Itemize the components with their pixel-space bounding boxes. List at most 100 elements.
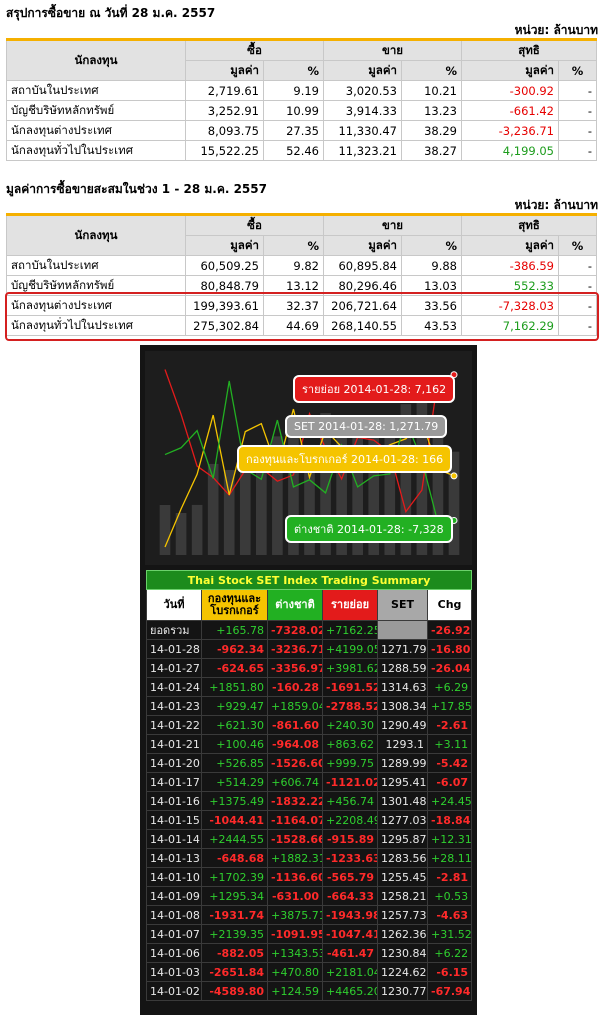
- fund-cell: -648.68: [201, 848, 268, 868]
- chg-cell: +0.53: [426, 886, 473, 906]
- foreign-cell: -1526.60: [267, 753, 323, 773]
- table-row: 14-01-10 +1702.39 -1136.60 -565.79 1255.45 -2…: [146, 867, 473, 887]
- chg-cell: +31.52: [426, 924, 473, 944]
- fund-cell: +514.29: [201, 772, 268, 792]
- set-cell: 1289.99: [377, 753, 428, 773]
- set-cell: 1295.41: [377, 772, 428, 792]
- fund-cell: -1931.74: [201, 905, 268, 925]
- sell-value: 60,895.84: [323, 255, 402, 276]
- buy-pct: 27.35: [263, 120, 324, 141]
- foreign-cell: -1136.60: [267, 867, 323, 887]
- col-day: วันที่: [146, 589, 202, 621]
- set-bar: [159, 504, 171, 555]
- foreign-cell: -964.08: [267, 734, 323, 754]
- chg-cell: +6.22: [426, 943, 473, 963]
- table-row: 14-01-13 -648.68 +1882.31 -1233.63 1283.56 +2…: [146, 848, 473, 868]
- buy-value: 60,509.25: [185, 255, 264, 276]
- header-buy-value: มูลค่า: [185, 235, 264, 256]
- table-row: 14-01-14 +2444.55 -1528.66 -915.89 1295.87 +1…: [146, 829, 473, 849]
- col-retail: รายย่อย: [322, 589, 378, 621]
- fund-cell: +526.85: [201, 753, 268, 773]
- fund-cell: -962.34: [201, 639, 268, 659]
- highlight-box: [5, 292, 599, 341]
- table-row: 14-01-20 +526.85 -1526.60 +999.75 1289.99 -5.…: [146, 753, 473, 773]
- chg-cell: -67.94: [426, 981, 473, 1001]
- day-cell: 14-01-20: [146, 753, 202, 773]
- header-net: สุทธิ: [461, 39, 597, 61]
- foreign-cell: -1164.07: [267, 810, 323, 830]
- header-buy: ซื้อ: [185, 214, 324, 236]
- investor-name: นักลงทุนต่างประเทศ: [6, 120, 186, 141]
- header-sell: ขาย: [323, 214, 462, 236]
- foreign-cell: +1859.04: [267, 696, 323, 716]
- investor-name: สถาบันในประเทศ: [6, 80, 186, 101]
- buy-value: 3,252.91: [185, 100, 264, 121]
- day-cell: 14-01-15: [146, 810, 202, 830]
- table-row: 14-01-23 +929.47 +1859.04 -2788.52 1308.34 +1…: [146, 696, 473, 716]
- retail-cell: -1121.02: [322, 772, 378, 792]
- flow-chart[interactable]: รายย่อย 2014-01-28: 7,162 SET 2014-01-28…: [145, 351, 472, 565]
- chg-cell: -26.04: [426, 658, 473, 678]
- buy-pct: 52.46: [263, 140, 324, 161]
- retail-cell: -664.33: [322, 886, 378, 906]
- day-cell: 14-01-14: [146, 829, 202, 849]
- fund-cell: +100.46: [201, 734, 268, 754]
- set-cell: 1277.03: [377, 810, 428, 830]
- chg-cell: -6.07: [426, 772, 473, 792]
- fund-cell: +1375.49: [201, 791, 268, 811]
- header-buy: ซื้อ: [185, 39, 324, 61]
- net-pct: -: [558, 140, 597, 161]
- buy-value: 8,093.75: [185, 120, 264, 141]
- tooltip-retail: รายย่อย 2014-01-28: 7,162: [293, 375, 456, 403]
- chg-cell: -2.61: [426, 715, 473, 735]
- set-cell: 1314.63: [377, 677, 428, 697]
- retail-cell: +456.74: [322, 791, 378, 811]
- header-net-value: มูลค่า: [461, 60, 559, 81]
- foreign-cell: -3236.71: [267, 639, 323, 659]
- fund-cell: -1044.41: [201, 810, 268, 830]
- set-cell: 1224.62: [377, 962, 428, 982]
- buy-pct: 9.19: [263, 80, 324, 101]
- sell-pct: 9.88: [401, 255, 462, 276]
- header-sell-pct: %: [401, 235, 462, 256]
- fund-cell: +2444.55: [201, 829, 268, 849]
- day-cell: 14-01-02: [146, 981, 202, 1001]
- sell-pct: 38.27: [401, 140, 462, 161]
- buy-pct: 9.82: [263, 255, 324, 276]
- net-value: -661.42: [461, 100, 559, 121]
- retail-cell: -1691.52: [322, 677, 378, 697]
- retail-cell: -915.89: [322, 829, 378, 849]
- set-bar: [239, 469, 251, 555]
- day-cell: 14-01-09: [146, 886, 202, 906]
- fund-cell: +1702.39: [201, 867, 268, 887]
- table-row: สถาบันในประเทศ 60,509.25 9.82 60,895.84 9.88…: [6, 255, 597, 276]
- retail-cell: +7162.25: [322, 620, 378, 640]
- chg-cell: +28.11: [426, 848, 473, 868]
- set-cell: 1295.87: [377, 829, 428, 849]
- set-cell: 1230.77: [377, 981, 428, 1001]
- table-row: 14-01-08 -1931.74 +3875.71 -1943.98 1257.73-…: [146, 905, 473, 925]
- header-sell-pct: %: [401, 60, 462, 81]
- day-cell: 14-01-10: [146, 867, 202, 887]
- trading-panel: รายย่อย 2014-01-28: 7,162 SET 2014-01-28…: [140, 345, 477, 1015]
- section1-title: สรุปการซื้อขาย ณ วันที่ 28 ม.ค. 2557: [6, 6, 216, 20]
- table-row: 14-01-24 +1851.80 -160.28 -1691.52 1314.63 +6…: [146, 677, 473, 697]
- day-cell: 14-01-13: [146, 848, 202, 868]
- sell-value: 11,330.47: [323, 120, 402, 141]
- header-investor: นักลงทุน: [6, 39, 186, 81]
- table-row: 14-01-15 -1044.41 -1164.07 +2208.49 1277.03-…: [146, 810, 473, 830]
- chg-cell: +17.85: [426, 696, 473, 716]
- set-cell: 1293.1: [377, 734, 428, 754]
- chg-cell: -6.15: [426, 962, 473, 982]
- foreign-cell: -631.00: [267, 886, 323, 906]
- foreign-cell: -1091.95: [267, 924, 323, 944]
- fund-cell: -882.05: [201, 943, 268, 963]
- table-row: 14-01-21 +100.46 -964.08 +863.62 1293.1 +3.11: [146, 734, 473, 754]
- chg-cell: -5.42: [426, 753, 473, 773]
- section2-title: มูลค่าการซื้อขายสะสมในช่วง 1 - 28 ม.ค. 2…: [6, 182, 267, 196]
- set-cell: 1257.73: [377, 905, 428, 925]
- day-cell: 14-01-08: [146, 905, 202, 925]
- foreign-cell: -3356.97: [267, 658, 323, 678]
- set-cell: [377, 620, 428, 640]
- buy-value: 2,719.61: [185, 80, 264, 101]
